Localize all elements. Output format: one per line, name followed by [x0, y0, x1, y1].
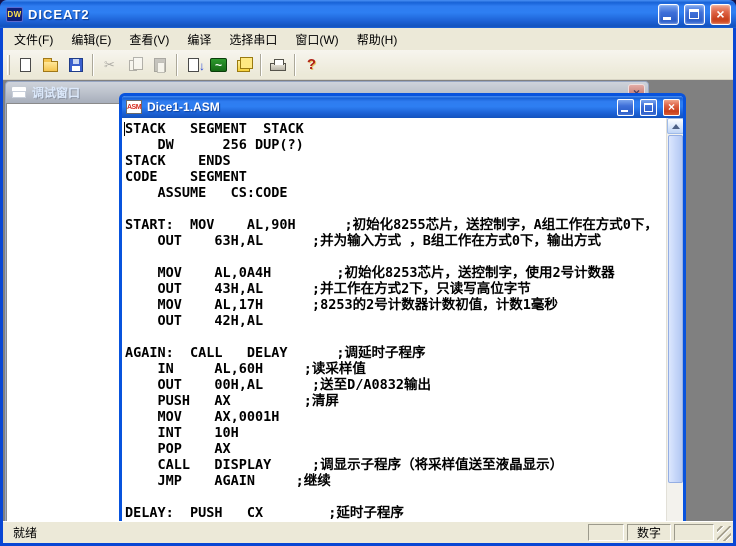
status-pane-numlock: 数字 [627, 524, 671, 541]
compile-icon [188, 58, 199, 72]
menu-item-window[interactable]: 窗口(W) [286, 28, 347, 51]
minimize-icon [663, 17, 671, 20]
scrollbar-thumb[interactable] [668, 135, 683, 483]
maximize-icon [689, 9, 699, 19]
cut-icon: ✂ [104, 57, 115, 73]
minimize-button[interactable] [658, 4, 679, 25]
menu-item-edit[interactable]: 编辑(E) [62, 28, 120, 51]
cut-button: ✂ [97, 53, 122, 77]
open-folder-icon [43, 61, 58, 72]
paste-icon [154, 58, 166, 72]
asm-editor-body: STACK SEGMENT STACK DW 256 DUP(?) STACK … [122, 118, 683, 521]
toolbar-separator [92, 54, 93, 76]
debug-scope-icon: ~ [210, 58, 227, 72]
asm-maximize-button[interactable] [640, 99, 657, 116]
menu-bar: 文件(F) 编辑(E) 查看(V) 编译 选择串口 窗口(W) 帮助(H) [3, 28, 733, 50]
menu-item-serial-port[interactable]: 选择串口 [220, 28, 286, 51]
new-file-button[interactable] [13, 53, 38, 77]
resize-grip[interactable] [717, 526, 731, 541]
status-pane-empty-1 [588, 524, 624, 541]
asm-minimize-button[interactable] [617, 99, 634, 116]
debug-scope-button[interactable]: ~ [206, 53, 231, 77]
status-message: 就绪 [5, 524, 585, 541]
screen: DW DICEAT2 × 文件(F) 编辑(E) 查看(V) 编译 选择串口 窗… [0, 0, 736, 546]
toolbar-grip[interactable] [7, 55, 10, 75]
toolbar-separator [176, 54, 177, 76]
compile-button[interactable] [181, 53, 206, 77]
asm-minimize-icon [621, 110, 628, 112]
status-bar: 就绪 数字 [3, 521, 733, 543]
menu-item-view[interactable]: 查看(V) [120, 28, 178, 51]
asm-file-icon: ASM [126, 100, 142, 114]
help-button[interactable]: ? [299, 53, 324, 77]
menu-item-file[interactable]: 文件(F) [5, 28, 62, 51]
toolbar-separator [294, 54, 295, 76]
toolbar-separator [260, 54, 261, 76]
code-editor[interactable]: STACK SEGMENT STACK DW 256 DUP(?) STACK … [122, 118, 666, 521]
scroll-up-button[interactable] [667, 118, 683, 134]
close-icon: × [711, 5, 730, 24]
asm-close-button[interactable]: × [663, 99, 680, 116]
menu-item-compile[interactable]: 编译 [178, 28, 220, 51]
main-titlebar[interactable]: DW DICEAT2 × [0, 0, 736, 28]
app-window: DW DICEAT2 × 文件(F) 编辑(E) 查看(V) 编译 选择串口 窗… [0, 0, 736, 546]
download-button[interactable] [231, 53, 256, 77]
print-button[interactable] [265, 53, 290, 77]
status-pane-empty-2 [674, 524, 714, 541]
save-button[interactable] [63, 53, 88, 77]
print-icon [270, 63, 286, 71]
maximize-button[interactable] [684, 4, 705, 25]
copy-button [122, 53, 147, 77]
help-icon: ? [307, 56, 316, 73]
menu-item-help[interactable]: 帮助(H) [348, 28, 407, 51]
text-cursor [124, 122, 125, 136]
asm-close-icon: × [664, 100, 679, 115]
toolbar: ✂ ~ ? [3, 50, 733, 80]
asm-maximize-icon [644, 103, 653, 112]
paste-button [147, 53, 172, 77]
download-icon [237, 60, 250, 72]
debug-window-icon [12, 87, 26, 98]
mdi-area: 调试窗口 × ASM Dice1-1.ASM × STACK [3, 80, 733, 521]
app-logo-icon: DW [6, 7, 23, 22]
window-body: 文件(F) 编辑(E) 查看(V) 编译 选择串口 窗口(W) 帮助(H) ✂ [0, 28, 736, 543]
close-button[interactable]: × [710, 4, 731, 25]
vertical-scrollbar[interactable] [666, 118, 683, 521]
open-file-button[interactable] [38, 53, 63, 77]
copy-icon [129, 60, 137, 71]
save-icon [69, 58, 83, 72]
asm-editor-window: ASM Dice1-1.ASM × STACK SEGMENT STACK DW… [119, 93, 686, 521]
new-file-icon [20, 58, 31, 72]
window-title: DICEAT2 [28, 7, 653, 22]
asm-window-title: Dice1-1.ASM [147, 100, 611, 114]
asm-window-titlebar[interactable]: ASM Dice1-1.ASM × [122, 96, 683, 118]
